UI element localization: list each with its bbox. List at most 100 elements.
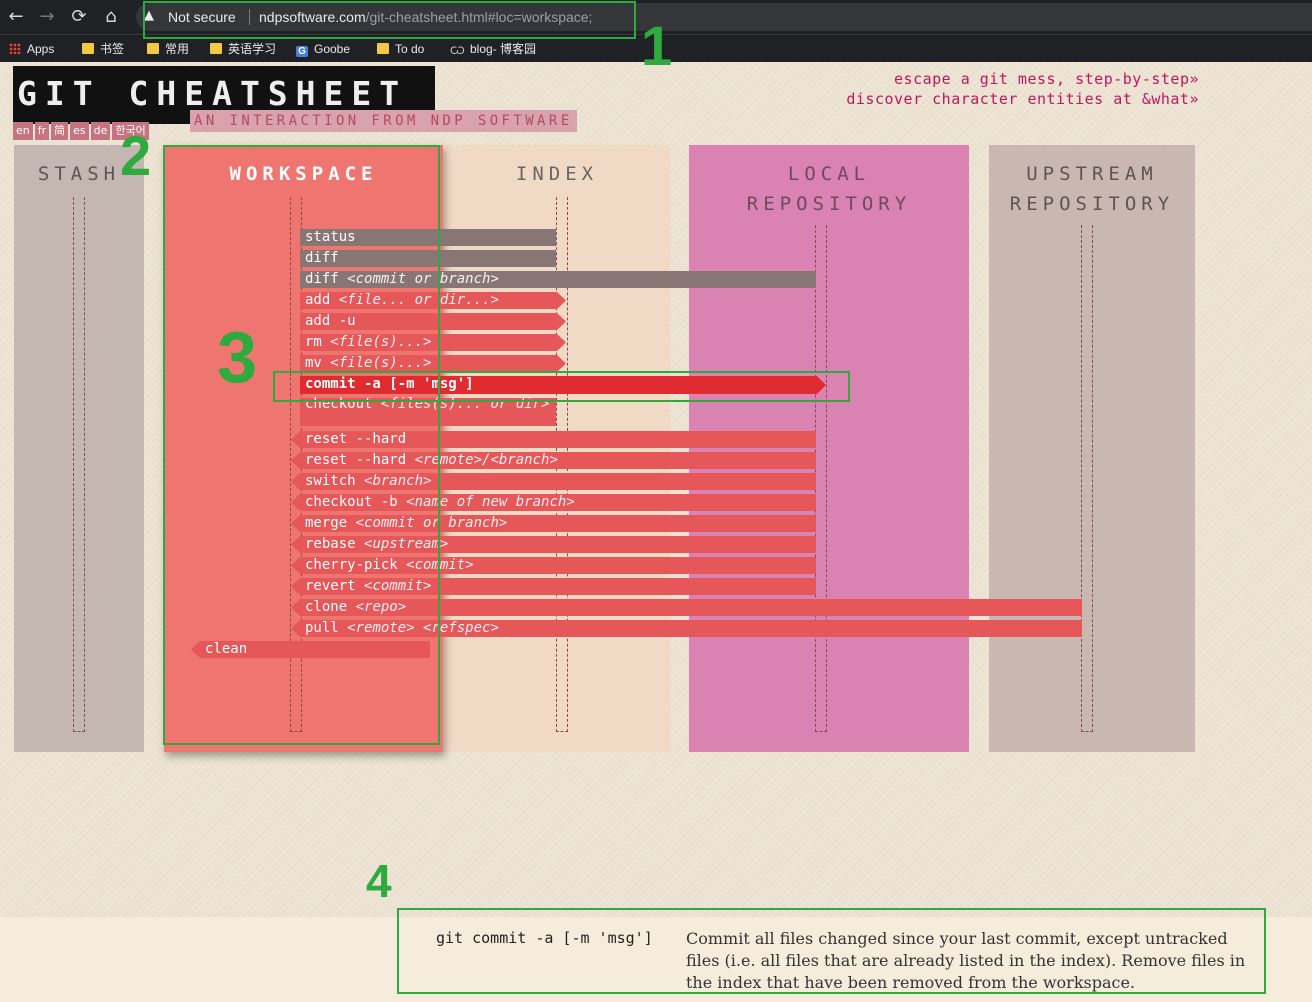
command-add-u[interactable]: add -u xyxy=(300,313,566,330)
command-add[interactable]: add <file... or dir...> xyxy=(300,292,566,309)
command-arg: <commit> xyxy=(406,557,474,573)
bookmark-apps[interactable]: Apps xyxy=(9,40,54,58)
command-name: status xyxy=(305,229,356,245)
page-content: GIT CHEATSHEET AN INTERACTION FROM NDP S… xyxy=(0,62,1312,1002)
lang-de[interactable]: de xyxy=(90,122,111,140)
bookmark-goobe[interactable]: G Goobe xyxy=(296,40,350,58)
bookmark-folder-1[interactable]: 书签 xyxy=(82,40,124,58)
command-clean[interactable]: clean xyxy=(191,641,430,658)
omnibox-separator xyxy=(249,9,250,25)
bookmark-label: 常用 xyxy=(165,42,190,56)
character-entities-link[interactable]: discover character entities at &what» xyxy=(846,90,1199,108)
command-cherry-pick[interactable]: cherry-pick <commit> xyxy=(291,557,816,574)
lang-zh[interactable]: 简 xyxy=(51,122,69,140)
command-status[interactable]: status xyxy=(300,229,556,246)
command-arg: [-m 'msg'] xyxy=(389,376,474,392)
security-label[interactable]: Not secure xyxy=(168,9,236,25)
command-diff-commit[interactable]: diff <commit or branch> xyxy=(300,271,816,288)
command-arg: <commit> xyxy=(364,578,432,594)
doc-command: git commit -a [-m 'msg'] xyxy=(436,929,653,947)
command-name: rebase xyxy=(305,536,356,552)
command-name: checkout xyxy=(305,396,373,412)
command-name: switch xyxy=(305,473,356,489)
command-arg: <file(s)...> xyxy=(330,334,432,350)
reload-icon[interactable]: ⟳ xyxy=(66,4,92,30)
forward-icon[interactable]: → xyxy=(34,4,60,30)
column-title: LOCAL REPOSITORY xyxy=(746,163,912,215)
command-name: cherry-pick xyxy=(305,557,398,573)
command-name: add xyxy=(305,292,331,308)
apps-grid-icon xyxy=(9,43,21,54)
annotation-number-4: 4 xyxy=(366,855,392,907)
command-name: clone xyxy=(305,599,348,615)
command-arg: <commit or branch> xyxy=(355,515,508,531)
bookmark-label: Goobe xyxy=(314,42,351,56)
site-subtitle[interactable]: AN INTERACTION FROM NDP SOFTWARE xyxy=(190,110,577,132)
command-pull[interactable]: pull <remote> <refspec> xyxy=(291,620,1082,637)
command-name: checkout -b xyxy=(305,494,398,510)
annotation-number-1: 1 xyxy=(641,14,673,77)
command-commit-a[interactable]: commit -a [-m 'msg'] xyxy=(300,376,826,394)
command-checkout-b[interactable]: checkout -b <name of new branch> xyxy=(291,494,816,511)
bookmark-label: 英语学习 xyxy=(228,42,277,56)
column-title: UPSTREAM REPOSITORY xyxy=(1009,163,1175,215)
command-mv[interactable]: mv <file(s)...> xyxy=(300,355,566,372)
command-name: commit -a xyxy=(305,376,381,392)
annotation-number-3: 3 xyxy=(217,318,258,398)
url-path: /git-cheatsheet.html#loc=workspace; xyxy=(365,9,593,25)
command-arg: <commit or branch> xyxy=(347,271,499,287)
command-switch[interactable]: switch <branch> xyxy=(291,473,816,490)
column-lane xyxy=(815,225,827,732)
back-icon[interactable]: ← xyxy=(3,4,29,30)
command-revert[interactable]: revert <commit> xyxy=(291,578,816,595)
bookmark-blog[interactable]: Ѡblog- 博客园 xyxy=(450,40,536,58)
url-domain: ndpsoftware.com xyxy=(259,9,366,25)
folder-icon xyxy=(82,43,94,54)
bookmark-folder-todo[interactable]: To do xyxy=(377,40,424,58)
annotation-number-2: 2 xyxy=(120,124,152,187)
command-arg: <file(s)...> xyxy=(330,355,432,371)
bookmark-folder-2[interactable]: 常用 xyxy=(147,40,189,58)
command-reset-hard[interactable]: reset --hard xyxy=(291,431,816,448)
column-stash[interactable]: STASH xyxy=(14,145,144,752)
folder-icon xyxy=(147,43,159,54)
command-name: diff xyxy=(305,250,339,266)
column-lane xyxy=(73,197,85,732)
command-arg: <file... or dir...> xyxy=(338,292,499,308)
lang-es[interactable]: es xyxy=(70,122,89,140)
home-icon[interactable]: ⌂ xyxy=(98,4,124,30)
command-name: diff xyxy=(305,271,339,287)
command-documentation: git commit -a [-m 'msg'] Commit all file… xyxy=(0,917,1312,1002)
command-arg: <repo> xyxy=(355,599,407,615)
command-diff[interactable]: diff xyxy=(300,250,556,267)
command-merge[interactable]: merge <commit or branch> xyxy=(291,515,816,532)
command-arg: <branch> xyxy=(364,473,432,489)
lang-en[interactable]: en xyxy=(13,122,33,140)
command-clone[interactable]: clone <repo> xyxy=(291,599,1082,616)
goobe-icon: G xyxy=(296,46,308,57)
bookmark-label: blog- 博客园 xyxy=(470,42,537,56)
column-title: WORKSPACE xyxy=(229,163,378,185)
command-name: revert xyxy=(305,578,356,594)
lang-fr[interactable]: fr xyxy=(34,122,50,140)
command-arg: <name of new branch> xyxy=(406,494,575,510)
escape-git-mess-link[interactable]: escape a git mess, step-by-step» xyxy=(894,70,1199,88)
bookmark-folder-3[interactable]: 英语学习 xyxy=(210,40,276,58)
command-name: add -u xyxy=(305,313,356,329)
command-arg: <upstream> xyxy=(364,536,449,552)
command-reset-hard-remote[interactable]: reset --hard <remote>/<branch> xyxy=(291,452,816,469)
command-name: reset --hard xyxy=(305,431,407,447)
column-local-repository[interactable]: LOCAL REPOSITORY xyxy=(689,145,969,752)
url-text[interactable]: ndpsoftware.com/git-cheatsheet.html#loc=… xyxy=(259,9,592,25)
column-upstream-repository[interactable]: UPSTREAM REPOSITORY xyxy=(989,145,1195,752)
address-bar[interactable]: ▲ Not secure ndpsoftware.com/git-cheatsh… xyxy=(136,3,1312,31)
command-name: merge xyxy=(305,515,348,531)
warning-icon[interactable]: ▲ xyxy=(144,8,154,23)
command-name: mv xyxy=(305,355,322,371)
command-arg: <remote>/<branch> xyxy=(414,452,558,468)
doc-description: Commit all files changed since your last… xyxy=(686,929,1246,992)
command-rm[interactable]: rm <file(s)...> xyxy=(300,334,566,351)
column-lane xyxy=(1081,225,1093,732)
command-checkout-files[interactable]: checkout <files(s)... or dir> xyxy=(300,396,556,426)
command-rebase[interactable]: rebase <upstream> xyxy=(291,536,816,553)
